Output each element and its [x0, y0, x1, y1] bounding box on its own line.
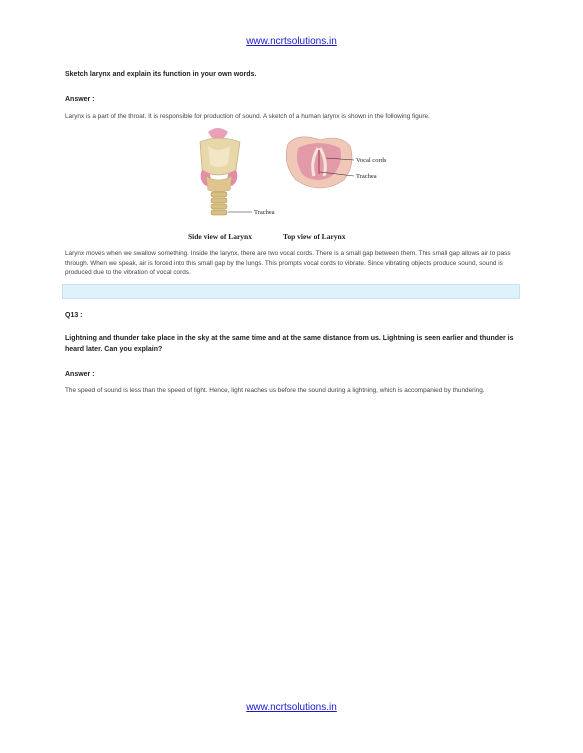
- section-divider-band: [62, 284, 520, 299]
- caption-top-view: Top view of Larynx: [283, 232, 346, 241]
- document-page: www.ncrtsolutions.in Sketch larynx and e…: [0, 0, 583, 753]
- q12-answer-intro: Larynx is a part of the throat. It is re…: [65, 113, 430, 120]
- larynx-figure: Trachea Vocal cords Trachea: [199, 128, 387, 216]
- q13-answer-label: Answer :: [65, 371, 95, 378]
- q13-answer: The speed of sound is less than the spee…: [65, 387, 485, 394]
- footer-site-link[interactable]: www.ncrtsolutions.in: [0, 702, 583, 713]
- header-site-link[interactable]: www.ncrtsolutions.in: [0, 36, 583, 47]
- caption-side-view: Side view of Larynx: [188, 232, 252, 241]
- larynx-side-view-illustration: Trachea: [199, 128, 275, 216]
- label-trachea-top: Trachea: [356, 173, 377, 180]
- q13-number: Q13 :: [65, 312, 83, 319]
- label-vocal-cords: Vocal cords: [356, 157, 387, 164]
- larynx-top-view-illustration: Vocal cords Trachea: [285, 136, 387, 189]
- q12-answer-label: Answer :: [65, 96, 95, 103]
- label-trachea-side: Trachea: [254, 209, 275, 216]
- q12-answer-explanation: Larynx moves when we swallow something. …: [65, 250, 511, 276]
- q13-question: Lightning and thunder take place in the …: [65, 335, 514, 353]
- q12-question: Sketch larynx and explain its function i…: [65, 71, 257, 78]
